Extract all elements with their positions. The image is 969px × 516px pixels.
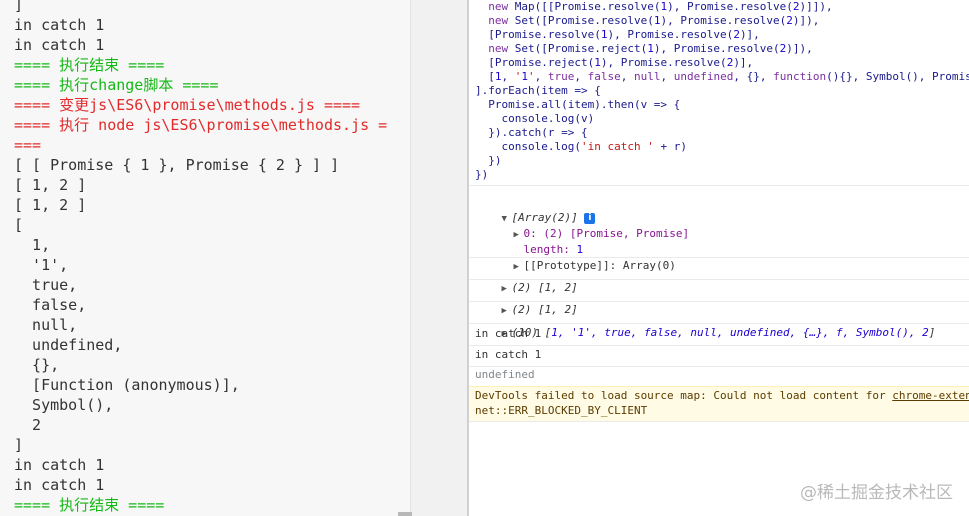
terminal-line: true, [14, 276, 78, 294]
return-value: undefined [475, 368, 535, 381]
terminal-line: in catch 1 [14, 16, 105, 34]
divider [469, 323, 969, 324]
warning-detail: net::ERR_BLOCKED_BY_CLIENT [475, 404, 648, 417]
terminal-line: null, [14, 316, 78, 334]
terminal-line: in catch 1 [14, 476, 105, 494]
terminal-line: === [14, 136, 42, 154]
code-line: new Set([Promise.reject(1), Promise.reso… [488, 42, 813, 55]
terminal-line: false, [14, 296, 87, 314]
log-entry-3[interactable]: ▶ (10) [1, '1', true, false, null, undefi… [475, 303, 936, 339]
log-entry-2[interactable]: ▶ (2) [1, 2] [475, 280, 578, 316]
terminal-scrollbar-track[interactable] [410, 0, 469, 516]
code-line: new Map([[Promise.resolve(1), Promise.re… [488, 0, 833, 13]
terminal-output: ] in catch 1 in catch 1 ==== 执行结束 ==== ==== … [14, 0, 387, 515]
code-line: [1, '1', true, false, null, undefined, {… [475, 70, 969, 83]
terminal-scrollbar-thumb[interactable] [398, 512, 412, 516]
terminal-line: ] [14, 0, 24, 14]
terminal-line: [Function (anonymous)], [14, 376, 240, 394]
code-line: new Set([Promise.resolve(1), Promise.res… [488, 14, 820, 27]
terminal-line: 1, [14, 236, 51, 254]
log-entry-1[interactable]: ▶ (2) [1, 2] [475, 258, 578, 294]
log-catch-2: in catch 1 [475, 348, 542, 361]
watermark: @稀土掘金技术社区 [800, 483, 953, 503]
terminal-line: in catch 1 [14, 36, 105, 54]
terminal-line: [ 1, 2 ] [14, 176, 87, 194]
divider [469, 421, 969, 422]
code-line: }).catch(r => { [475, 126, 588, 139]
code-line: }) [475, 154, 502, 167]
terminal-line: '1', [14, 256, 69, 274]
terminal-line: ==== 执行结束 ==== [14, 496, 165, 514]
terminal-line: 2 [14, 416, 42, 434]
terminal-line: {}, [14, 356, 60, 374]
divider [469, 301, 969, 302]
code-line: ].forEach(item => { [475, 84, 601, 97]
terminal-pane: ] in catch 1 in catch 1 ==== 执行结束 ==== ==== … [0, 0, 410, 516]
source-map-link[interactable]: chrome-exten [892, 389, 969, 402]
code-line: console.log('in catch ' + r) [475, 140, 687, 153]
divider [469, 185, 969, 186]
code-line: [Promise.reject(1), Promise.resolve(2)], [475, 56, 754, 69]
warning-message: DevTools failed to load source map: Coul… [469, 386, 969, 422]
divider [469, 345, 969, 346]
log-catch-1: in catch 1 [475, 327, 542, 340]
terminal-line: undefined, [14, 336, 123, 354]
terminal-line: ==== 变更js\ES6\promise\methods.js ==== [14, 96, 361, 114]
code-line: [Promise.resolve(1), Promise.resolve(2)]… [475, 28, 760, 41]
code-line: }) [475, 168, 489, 181]
terminal-line: [ 1, 2 ] [14, 196, 87, 214]
divider [469, 366, 969, 367]
terminal-line: ==== 执行change脚本 ==== [14, 76, 219, 94]
array-prototype[interactable]: ▶ [[Prototype]]: Array(0) [487, 236, 676, 272]
terminal-line: [ [ Promise { 1 }, Promise { 2 } ] ] [14, 156, 340, 174]
code-line: Promise.all(item).then(v => { [475, 98, 681, 111]
terminal-line: ==== 执行结束 ==== [14, 56, 165, 74]
terminal-line: ==== 执行 node js\ES6\promise\methods.js = [14, 116, 388, 134]
console-input-code: new Map([[Promise.resolve(1), Promise.re… [475, 0, 969, 182]
terminal-line: in catch 1 [14, 456, 105, 474]
terminal-line: Symbol(), [14, 396, 114, 414]
terminal-line: [ [14, 216, 24, 234]
devtools-console: new Map([[Promise.resolve(1), Promise.re… [469, 0, 969, 516]
terminal-line: ] [14, 436, 24, 454]
code-line: console.log(v) [475, 112, 595, 125]
